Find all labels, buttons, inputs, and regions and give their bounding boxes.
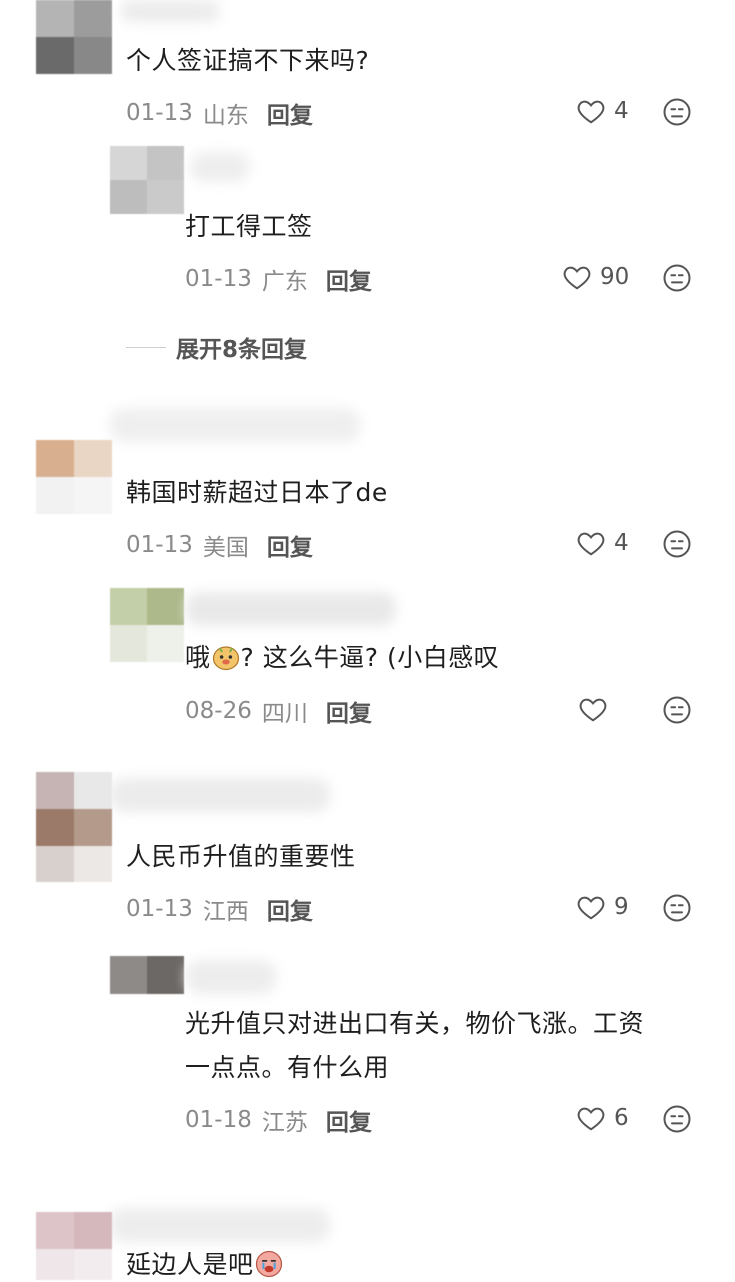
avatar[interactable]	[110, 588, 184, 662]
heart-outline-icon	[577, 896, 605, 920]
divider	[126, 346, 166, 348]
avatar[interactable]	[110, 146, 184, 214]
reply-text-end: ? 这么牛逼? (小白感叹	[240, 643, 500, 672]
comment-text: 个人签证搞不下来吗?	[126, 46, 370, 75]
neutral-face-icon[interactable]	[662, 529, 692, 559]
comment-meta: 01-13 江西 回复	[126, 892, 313, 926]
neutral-face-icon[interactable]	[662, 97, 692, 127]
heart-outline-icon	[577, 532, 605, 556]
comment-date: 01-13	[126, 532, 193, 558]
reply-button[interactable]: 回复	[326, 1103, 372, 1137]
reply-date: 01-18	[185, 1107, 252, 1133]
crying-face-emoji	[255, 1250, 282, 1278]
like-button[interactable]: 4	[576, 96, 629, 126]
avatar[interactable]	[110, 956, 184, 994]
reply-text: 哦 ? 这么牛逼? (小白感叹	[185, 641, 499, 675]
reply-location: 江苏	[261, 1110, 308, 1136]
avatar[interactable]	[36, 0, 112, 74]
like-button[interactable]: 9	[576, 892, 629, 922]
comment-meta: 01-13 山东 回复	[126, 96, 313, 130]
comment-meta: 01-13 美国 回复	[126, 528, 313, 562]
username-blurred[interactable]	[120, 0, 220, 22]
like-count: 4	[614, 98, 629, 124]
heart-outline-icon	[577, 1107, 605, 1131]
username-blurred[interactable]	[190, 152, 250, 182]
like-button[interactable]: 6	[576, 1103, 629, 1133]
reply-button[interactable]: 回复	[267, 892, 313, 926]
expand-replies-label: 展开8条回复	[176, 337, 308, 363]
reply-text-line-2: 一点点。有什么用	[185, 1053, 390, 1082]
avatar[interactable]	[36, 772, 112, 882]
reply-meta: 01-18 江苏 回复	[185, 1103, 372, 1137]
comment-text-content: 延边人是吧	[126, 1250, 254, 1279]
doge-emoji	[212, 646, 239, 671]
comment-text: 韩国时薪超过日本了de	[126, 478, 388, 507]
reply-text-line-1: 光升值只对进出口有关，物价飞涨。工资	[185, 1009, 645, 1038]
username-blurred[interactable]	[186, 960, 276, 994]
reply-date: 01-13	[185, 266, 252, 292]
reply-button[interactable]: 回复	[326, 694, 372, 728]
reply-button[interactable]: 回复	[267, 96, 313, 130]
neutral-face-icon[interactable]	[662, 263, 692, 293]
reply-text-start: 哦	[185, 643, 211, 672]
username-blurred[interactable]	[110, 408, 360, 442]
reply-location: 广东	[261, 269, 308, 295]
reply-text: 打工得工签	[185, 212, 313, 241]
reply-button[interactable]: 回复	[326, 262, 372, 296]
heart-outline-icon	[563, 266, 591, 290]
heart-outline-icon	[579, 698, 607, 722]
comment-location: 美国	[202, 535, 249, 561]
reply-date: 08-26	[185, 698, 252, 724]
reply-meta: 08-26 四川 回复	[185, 694, 372, 728]
neutral-face-icon[interactable]	[662, 695, 692, 725]
comment-date: 01-13	[126, 100, 193, 126]
heart-outline-icon	[577, 100, 605, 124]
like-count: 9	[614, 894, 629, 920]
like-button[interactable]: 90	[562, 262, 629, 292]
username-blurred[interactable]	[186, 592, 396, 626]
username-blurred[interactable]	[110, 1208, 330, 1242]
comment-date: 01-13	[126, 896, 193, 922]
avatar[interactable]	[36, 1212, 112, 1280]
expand-replies-button[interactable]: 展开8条回复	[126, 330, 307, 364]
reply-meta: 01-13 广东 回复	[185, 262, 372, 296]
neutral-face-icon[interactable]	[662, 1104, 692, 1134]
reply-button[interactable]: 回复	[267, 528, 313, 562]
comment-text: 延边人是吧	[126, 1248, 284, 1282]
like-count: 90	[600, 264, 630, 290]
reply-text: 光升值只对进出口有关，物价飞涨。工资 一点点。有什么用	[185, 1002, 705, 1090]
avatar[interactable]	[36, 440, 112, 514]
comment-location: 江西	[202, 899, 249, 925]
comment-text: 人民币升值的重要性	[126, 842, 356, 871]
neutral-face-icon[interactable]	[662, 893, 692, 923]
like-count: 6	[614, 1105, 629, 1131]
username-blurred[interactable]	[110, 778, 330, 812]
like-count: 4	[614, 530, 629, 556]
comment-location: 山东	[202, 103, 249, 129]
reply-location: 四川	[261, 701, 308, 727]
like-button[interactable]	[578, 694, 616, 724]
like-button[interactable]: 4	[576, 528, 629, 558]
